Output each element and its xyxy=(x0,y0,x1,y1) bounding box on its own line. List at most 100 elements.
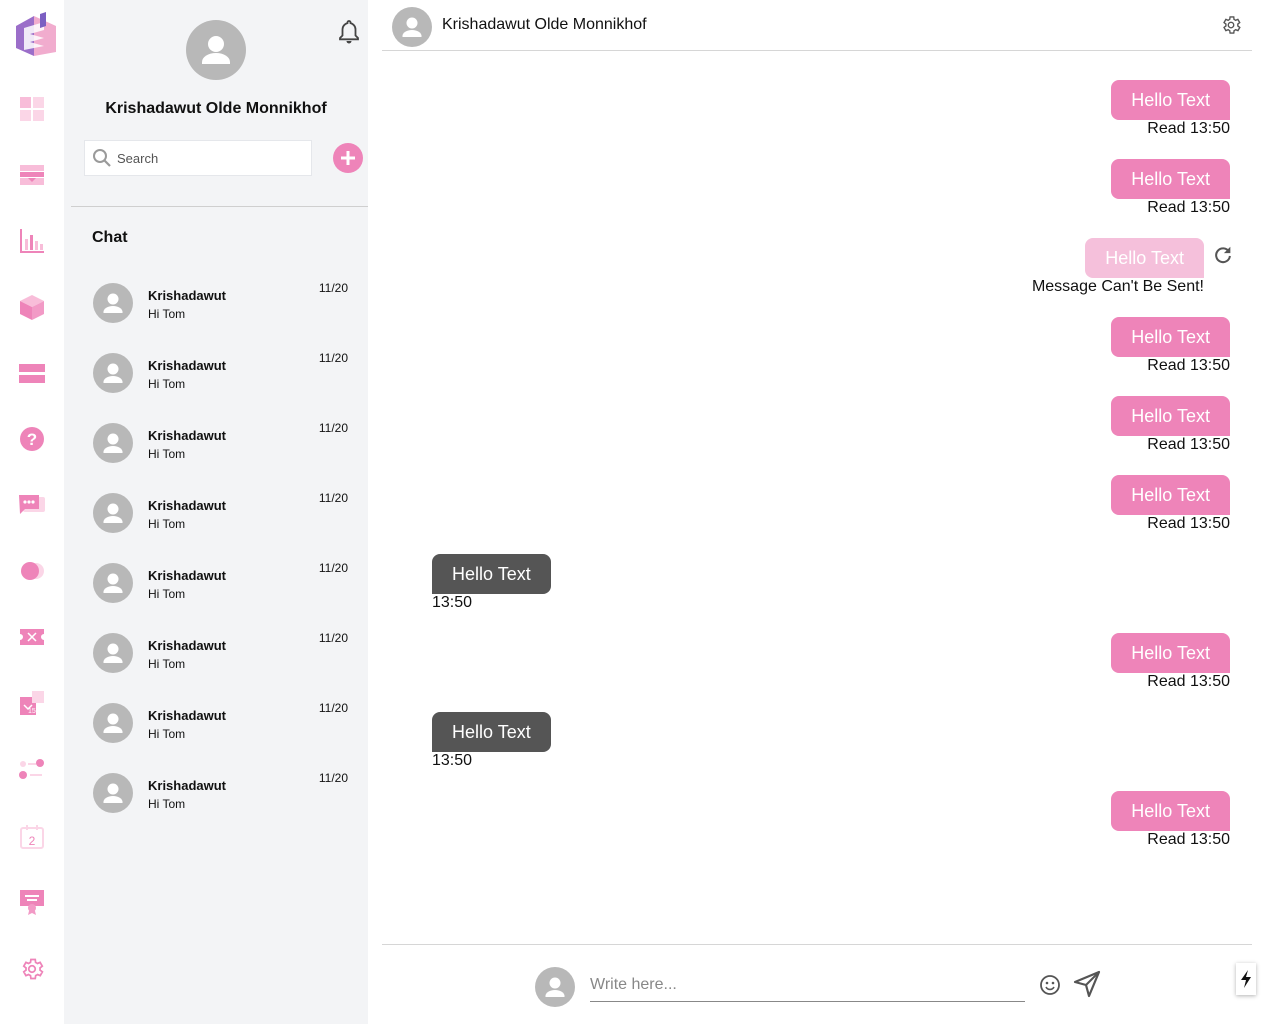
last-message: Hi Tom xyxy=(148,727,186,741)
read-receipt: Read 13:50 xyxy=(1147,515,1230,532)
message-date: 11/20 xyxy=(318,281,348,295)
nav-products[interactable] xyxy=(16,293,48,325)
incoming-message-bubble[interactable]: Hello Text xyxy=(432,712,551,752)
chat-list-item[interactable]: Krishadawut Hi Tom 11/20 xyxy=(64,685,368,755)
read-receipt: Read 13:50 xyxy=(1147,673,1230,690)
icon-rail: ? 15 2 xyxy=(0,0,64,1024)
dashboard-icon xyxy=(19,96,45,127)
last-message: Hi Tom xyxy=(148,797,186,811)
search-input[interactable] xyxy=(117,141,307,175)
certificate-icon xyxy=(18,887,46,920)
payment-card-icon xyxy=(19,162,45,193)
nav-tickets[interactable] xyxy=(16,623,48,655)
nav-puzzle[interactable]: 15 xyxy=(16,689,48,721)
calendar-day: 2 xyxy=(29,834,36,848)
failed-message-bubble[interactable]: Hello Text xyxy=(1085,238,1204,278)
toggle-icon xyxy=(18,558,46,589)
last-message: Hi Tom xyxy=(148,307,186,321)
contact-avatar xyxy=(93,633,133,673)
new-chat-button[interactable] xyxy=(333,143,363,173)
svg-text:?: ? xyxy=(27,430,37,449)
chat-list: Krishadawut Hi Tom 11/20 Krishadawut Hi … xyxy=(64,265,368,825)
nav-help[interactable]: ? xyxy=(16,425,48,457)
retry-icon[interactable] xyxy=(1212,244,1234,266)
lightning-icon xyxy=(1241,970,1251,988)
contact-avatar xyxy=(93,423,133,463)
emoji-icon[interactable] xyxy=(1039,974,1061,996)
outgoing-message-bubble[interactable]: Hello Text xyxy=(1111,80,1230,120)
last-message: Hi Tom xyxy=(148,447,186,461)
contact-avatar xyxy=(93,283,133,323)
contact-name: Krishadawut xyxy=(148,358,227,373)
puzzle-icon: 15 xyxy=(18,689,46,722)
outgoing-message-bubble[interactable]: Hello Text xyxy=(1111,791,1230,831)
outgoing-message-bubble[interactable]: Hello Text xyxy=(1111,396,1230,436)
chat-list-item[interactable]: Krishadawut Hi Tom 11/20 xyxy=(64,335,368,405)
help-icon: ? xyxy=(19,426,45,457)
card-icon xyxy=(18,361,46,390)
outgoing-message-bubble[interactable]: Hello Text xyxy=(1111,633,1230,673)
sliders-icon xyxy=(18,757,46,786)
outgoing-message-bubble[interactable]: Hello Text xyxy=(1111,159,1230,199)
bar-chart-icon xyxy=(18,227,46,260)
incoming-message-bubble[interactable]: Hello Text xyxy=(432,554,551,594)
chat-list-item[interactable]: Krishadawut Hi Tom 11/20 xyxy=(64,615,368,685)
contact-name: Krishadawut xyxy=(148,778,227,793)
chat-section-title: Chat xyxy=(92,229,128,246)
contact-name: Krishadawut xyxy=(148,638,227,653)
nav-reports[interactable] xyxy=(16,227,48,259)
nav-sliders[interactable] xyxy=(16,755,48,787)
search-box xyxy=(84,140,312,176)
nav-cards[interactable] xyxy=(16,359,48,391)
nav-calendar[interactable]: 2 xyxy=(16,823,48,855)
nav-payments[interactable] xyxy=(16,161,48,193)
message-date: 11/20 xyxy=(318,631,348,645)
nav-toggle[interactable] xyxy=(16,557,48,589)
message-input[interactable] xyxy=(590,969,1025,1002)
box-icon xyxy=(18,293,46,326)
user-avatar[interactable] xyxy=(186,20,246,80)
last-message: Hi Tom xyxy=(148,377,186,391)
chat-list-item[interactable]: Krishadawut Hi Tom 11/20 xyxy=(64,265,368,335)
nav-certificates[interactable] xyxy=(16,887,48,919)
last-message: Hi Tom xyxy=(148,657,186,671)
svg-text:15: 15 xyxy=(28,708,36,715)
contact-header-avatar[interactable] xyxy=(392,7,432,47)
read-receipt: Read 13:50 xyxy=(1147,357,1230,374)
contact-name: Krishadawut xyxy=(148,498,227,513)
settings-icon xyxy=(19,956,45,987)
notification-bell-icon[interactable] xyxy=(338,18,360,44)
message-date: 11/20 xyxy=(318,351,348,365)
outgoing-message-bubble[interactable]: Hello Text xyxy=(1111,475,1230,515)
nav-dashboard[interactable] xyxy=(16,95,48,127)
chat-list-item[interactable]: Krishadawut Hi Tom 11/20 xyxy=(64,755,368,825)
chat-icon xyxy=(18,492,46,523)
message-time: 13:50 xyxy=(432,752,473,769)
composer-avatar xyxy=(535,967,575,1007)
send-error-text: Message Can't Be Sent! xyxy=(1031,278,1204,295)
nav-chat[interactable] xyxy=(16,491,48,523)
chat-list-panel: Krishadawut Olde Monnikhof Chat Krishada… xyxy=(64,0,368,1024)
conversation-title: Krishadawut Olde Monnikhof xyxy=(442,16,647,33)
outgoing-message-bubble[interactable]: Hello Text xyxy=(1111,317,1230,357)
app-logo[interactable] xyxy=(14,12,58,60)
message-date: 11/20 xyxy=(318,771,348,785)
chat-list-item[interactable]: Krishadawut Hi Tom 11/20 xyxy=(64,405,368,475)
chat-list-item[interactable]: Krishadawut Hi Tom 11/20 xyxy=(64,475,368,545)
ticket-icon xyxy=(18,625,46,654)
message-time: 13:50 xyxy=(432,594,473,611)
quick-action-button[interactable] xyxy=(1236,963,1256,995)
contact-name: Krishadawut xyxy=(148,428,227,443)
nav-settings[interactable] xyxy=(16,955,48,987)
contact-avatar xyxy=(93,493,133,533)
last-message: Hi Tom xyxy=(148,587,186,601)
contact-name: Krishadawut xyxy=(148,708,227,723)
send-icon[interactable] xyxy=(1073,970,1101,998)
conversation-pane: Krishadawut Olde Monnikhof Hello Text Re… xyxy=(368,0,1280,1024)
read-receipt: Read 13:50 xyxy=(1147,199,1230,216)
conversation-settings-icon[interactable] xyxy=(1220,14,1242,36)
chat-list-item[interactable]: Krishadawut Hi Tom 11/20 xyxy=(64,545,368,615)
message-date: 11/20 xyxy=(318,491,348,505)
contact-avatar xyxy=(93,353,133,393)
message-list: Hello Text Read 13:50 Hello Text Read 13… xyxy=(382,50,1252,944)
